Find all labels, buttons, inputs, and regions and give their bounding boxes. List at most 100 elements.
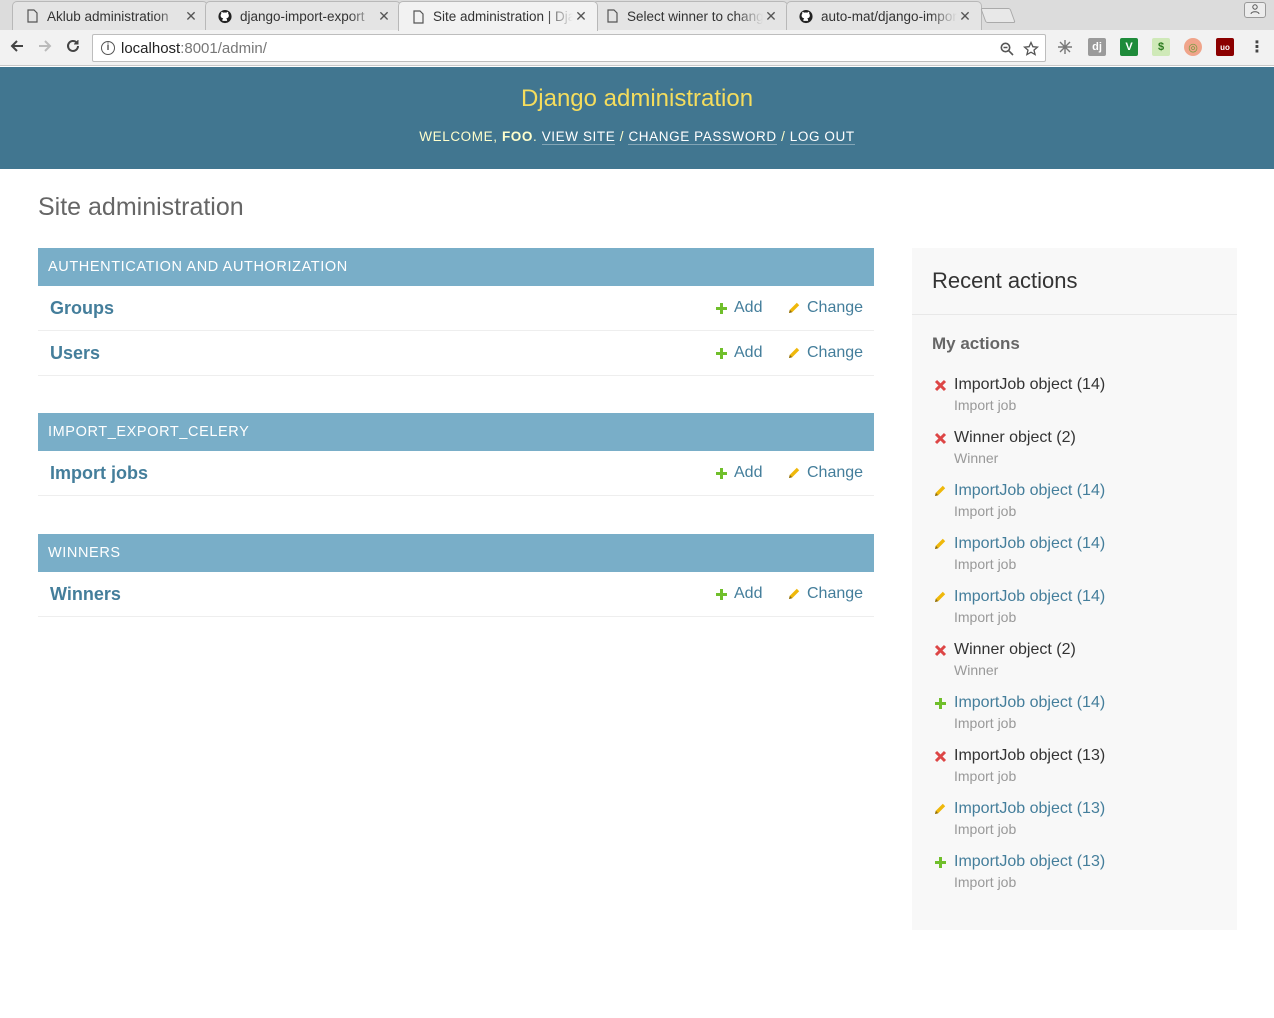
recent-action-content-type: Winner bbox=[954, 450, 999, 466]
pencil-icon bbox=[932, 483, 948, 499]
add-link[interactable]: Add bbox=[715, 344, 762, 362]
browser-tab[interactable]: django-import-export ✕ bbox=[205, 1, 401, 30]
delete-icon bbox=[932, 377, 948, 393]
tab-title: Site administration | Django bbox=[433, 9, 573, 24]
recent-action-object: ImportJob object (14) bbox=[954, 376, 1106, 393]
reload-button[interactable] bbox=[61, 36, 85, 60]
extension-sparkle-icon[interactable] bbox=[1056, 38, 1074, 56]
pencil-icon bbox=[789, 302, 800, 313]
extension-django-icon[interactable]: dj bbox=[1088, 38, 1106, 56]
recent-action-content-type: Import job bbox=[954, 609, 1017, 625]
recent-action-content-type: Import job bbox=[954, 397, 1017, 413]
action-list: ImportJob object (14) Import job Winner ob… bbox=[932, 376, 1232, 906]
username: foo bbox=[501, 129, 533, 144]
recent-action-item: ImportJob object (14) Import job bbox=[932, 482, 1232, 535]
page-icon bbox=[605, 8, 619, 24]
recent-action-item: ImportJob object (13) Import job bbox=[932, 747, 1232, 800]
add-link[interactable]: Add bbox=[715, 464, 762, 482]
model-link-groups[interactable]: Groups bbox=[50, 298, 114, 319]
model-link-winners[interactable]: Winners bbox=[50, 584, 121, 605]
page-title: Site administration bbox=[38, 193, 244, 221]
change-link[interactable]: Change bbox=[787, 585, 863, 603]
browser-tab[interactable]: auto-mat/django-import ✕ bbox=[786, 1, 982, 30]
recent-action-object[interactable]: ImportJob object (13) bbox=[954, 853, 1105, 871]
recent-action-object[interactable]: ImportJob object (14) bbox=[954, 535, 1105, 553]
zoom-icon[interactable] bbox=[997, 39, 1017, 59]
browser-tab[interactable]: Aklub administration ✕ bbox=[12, 1, 208, 30]
plus-icon bbox=[716, 588, 727, 600]
add-link[interactable]: Add bbox=[715, 585, 762, 603]
pencil-icon bbox=[932, 589, 948, 605]
recent-action-object[interactable]: ImportJob object (14) bbox=[954, 482, 1105, 500]
model-link-import-jobs[interactable]: Import jobs bbox=[50, 463, 148, 484]
close-icon[interactable]: ✕ bbox=[376, 8, 392, 25]
browser-tabstrip: Aklub administration ✕ django-import-exp… bbox=[0, 0, 1274, 31]
user-tools: Welcome, foo. View site / Change passwor… bbox=[419, 129, 855, 145]
log-out-link[interactable]: Log out bbox=[789, 129, 855, 145]
browser-tab-active[interactable]: Site administration | Django ✕ bbox=[398, 1, 598, 31]
extension-dollar-icon[interactable]: $ bbox=[1152, 38, 1170, 56]
address-bar[interactable]: i localhost:8001/admin/ bbox=[92, 34, 1046, 62]
recent-action-object[interactable]: ImportJob object (14) bbox=[954, 588, 1105, 606]
github-icon bbox=[218, 8, 232, 24]
arrow-left-icon bbox=[9, 38, 25, 59]
recent-action-object[interactable]: ImportJob object (13) bbox=[954, 800, 1105, 818]
ublock-icon[interactable]: uo bbox=[1216, 38, 1234, 56]
recent-action-content-type: Import job bbox=[954, 715, 1017, 731]
menu-dots-icon[interactable]: ⋮ bbox=[1248, 38, 1266, 56]
recent-action-object: ImportJob object (13) bbox=[954, 747, 1106, 764]
close-icon[interactable]: ✕ bbox=[763, 8, 779, 25]
plus-icon bbox=[932, 854, 948, 870]
delete-icon bbox=[932, 430, 948, 446]
pencil-icon bbox=[789, 467, 800, 478]
recent-action-object: Winner object (2) bbox=[954, 429, 1076, 446]
plus-icon bbox=[716, 347, 727, 359]
info-icon[interactable]: i bbox=[101, 41, 115, 55]
extension-v-icon[interactable]: V bbox=[1120, 38, 1138, 56]
my-actions-title: My actions bbox=[932, 334, 1020, 353]
model-row-groups: Groups Add Change bbox=[38, 286, 874, 331]
change-link[interactable]: Change bbox=[787, 344, 863, 362]
close-icon[interactable]: ✕ bbox=[957, 8, 973, 25]
page-icon bbox=[25, 8, 39, 24]
tab-title: auto-mat/django-import bbox=[821, 8, 957, 24]
github-icon bbox=[799, 8, 813, 24]
module-caption[interactable]: Winners bbox=[38, 534, 874, 572]
recent-actions-panel: Recent actions My actions ImportJob obje… bbox=[912, 248, 1237, 930]
change-link[interactable]: Change bbox=[787, 299, 863, 317]
star-icon[interactable] bbox=[1021, 39, 1041, 59]
recent-action-item: ImportJob object (14) Import job bbox=[932, 694, 1232, 747]
recent-action-item: ImportJob object (13) Import job bbox=[932, 853, 1232, 906]
site-title[interactable]: Django administration bbox=[0, 85, 1274, 113]
module-caption[interactable]: Authentication and Authorization bbox=[38, 248, 874, 286]
reload-icon bbox=[65, 38, 81, 59]
module-caption[interactable]: IMPORT_EXPORT_CELERY bbox=[38, 413, 874, 451]
recent-action-item: ImportJob object (13) Import job bbox=[932, 800, 1232, 853]
change-password-link[interactable]: Change password bbox=[628, 129, 777, 145]
model-link-users[interactable]: Users bbox=[50, 343, 100, 364]
divider bbox=[912, 314, 1237, 315]
pencil-icon bbox=[932, 536, 948, 552]
recent-action-object[interactable]: ImportJob object (14) bbox=[954, 694, 1105, 712]
model-row-import-jobs: Import jobs Add Change bbox=[38, 451, 874, 496]
extension-circle-icon[interactable]: ◎ bbox=[1184, 38, 1202, 56]
new-tab-button[interactable] bbox=[980, 8, 1016, 23]
add-link[interactable]: Add bbox=[715, 299, 762, 317]
recent-action-item: ImportJob object (14) Import job bbox=[932, 535, 1232, 588]
module-auth: Authentication and Authorization Groups … bbox=[38, 248, 874, 376]
browser-tab[interactable]: Select winner to change ✕ bbox=[592, 1, 788, 30]
back-button[interactable] bbox=[5, 36, 29, 60]
forward-button[interactable] bbox=[33, 36, 57, 60]
tab-title: Aklub administration bbox=[47, 8, 169, 24]
profile-button[interactable] bbox=[1244, 2, 1266, 18]
close-icon[interactable]: ✕ bbox=[183, 8, 199, 25]
recent-action-item: Winner object (2) Winner bbox=[932, 429, 1232, 482]
plus-icon bbox=[716, 467, 727, 479]
tab-title: django-import-export bbox=[240, 8, 365, 24]
module-winners: Winners Winners Add Change bbox=[38, 534, 874, 617]
change-link[interactable]: Change bbox=[787, 464, 863, 482]
close-icon[interactable]: ✕ bbox=[573, 8, 589, 25]
browser-toolbar: i localhost:8001/admin/ dj V $ ◎ uo ⋮ bbox=[0, 30, 1274, 66]
view-site-link[interactable]: View site bbox=[541, 129, 616, 145]
recent-action-content-type: Import job bbox=[954, 503, 1017, 519]
